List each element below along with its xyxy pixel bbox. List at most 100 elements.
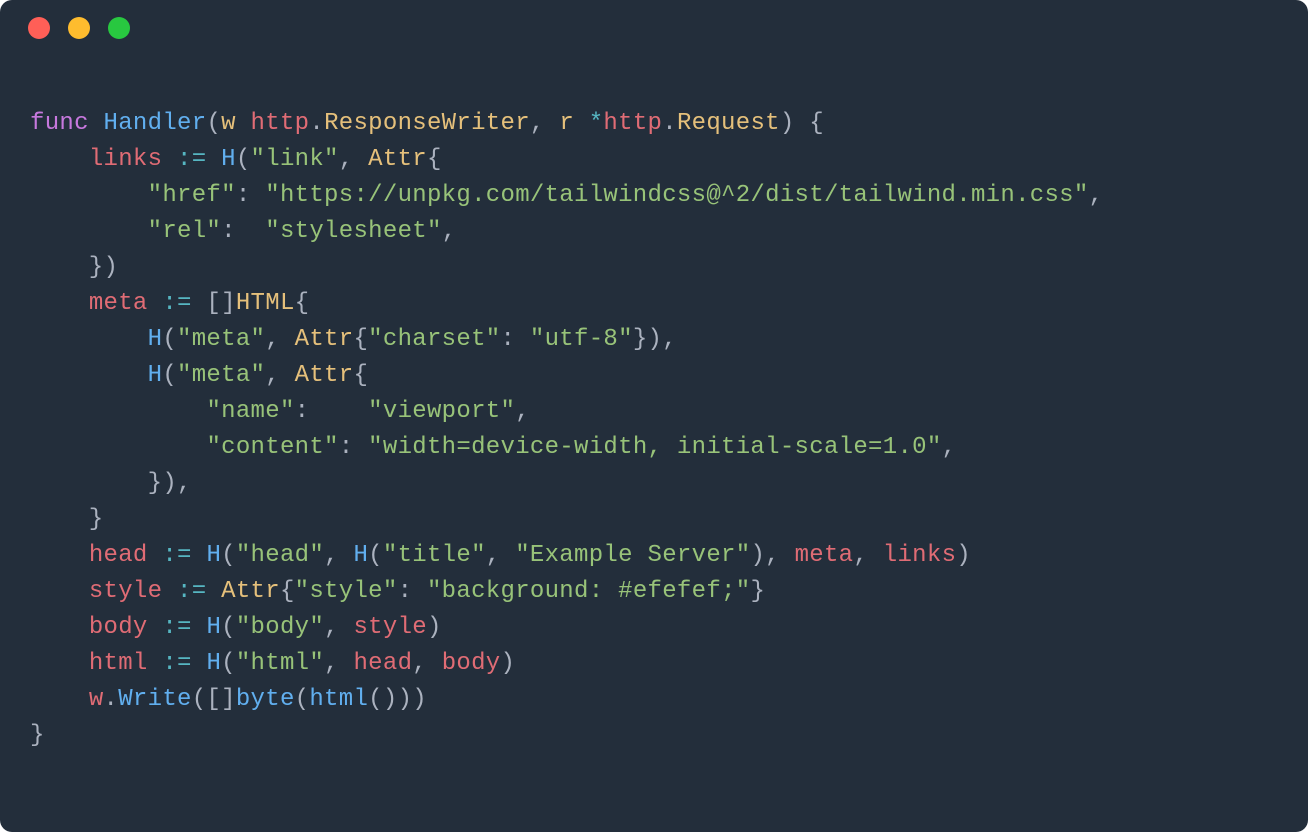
code-token [30,578,89,605]
code-token: Attr [295,326,354,353]
code-token: : [339,434,368,461]
code-token [30,146,89,173]
code-token [148,650,163,677]
code-token: : [221,218,265,245]
maximize-icon[interactable] [108,17,130,39]
code-line: H("meta", Attr{"charset": "utf-8"}), [30,322,1278,358]
code-token: ( [221,542,236,569]
code-token: http [251,110,310,137]
code-token: "meta" [177,362,265,389]
code-token: ) [956,542,971,569]
code-line: w.Write([]byte(html())) [30,682,1278,718]
code-token: "link" [251,146,339,173]
code-token: links [89,146,163,173]
code-line: }) [30,250,1278,286]
code-token: HTML [236,290,295,317]
code-token: , [515,398,530,425]
code-token: head [353,650,412,677]
code-token: style [353,614,427,641]
code-token: ) [501,650,516,677]
code-token [30,434,206,461]
code-token [30,362,148,389]
code-line: "name": "viewport", [30,394,1278,430]
code-token: , [530,110,559,137]
code-token: "rel" [148,218,222,245]
code-token: html [89,650,148,677]
code-token [162,146,177,173]
code-token: := [162,290,191,317]
code-token: } [30,506,104,533]
code-token: links [883,542,957,569]
code-token [30,326,148,353]
code-line: H("meta", Attr{ [30,358,1278,394]
code-token: { [353,326,368,353]
code-token: := [162,542,191,569]
code-token [192,614,207,641]
code-token: , [339,146,368,173]
minimize-icon[interactable] [68,17,90,39]
code-token: } [30,722,45,749]
code-token: meta [89,290,148,317]
code-token: H [353,542,368,569]
code-token: ) [427,614,442,641]
code-token [192,542,207,569]
code-token [30,614,89,641]
code-token: . [309,110,324,137]
code-token [162,578,177,605]
code-token: w [89,686,104,713]
code-token: ( [162,362,177,389]
code-token: ( [295,686,310,713]
code-line: }), [30,466,1278,502]
code-token [30,650,89,677]
code-token: , [942,434,957,461]
code-token: "width=device-width, initial-scale=1.0" [368,434,941,461]
code-editor[interactable]: func Handler(w http.ResponseWriter, r *h… [0,56,1308,784]
code-token: Attr [368,146,427,173]
code-token: := [177,146,206,173]
code-token: "https://unpkg.com/tailwindcss@^2/dist/t… [265,182,1088,209]
code-token: "html" [236,650,324,677]
code-token: "body" [236,614,324,641]
code-token: Request [677,110,780,137]
code-token: H [148,362,163,389]
code-token: meta [795,542,854,569]
code-token [30,686,89,713]
code-line: } [30,718,1278,754]
code-token: ( [206,110,221,137]
code-token [30,290,89,317]
code-token: { [280,578,295,605]
code-token: , [412,650,441,677]
code-token: "meta" [177,326,265,353]
code-token: func [30,110,104,137]
code-token [206,146,221,173]
code-token: , [324,542,353,569]
code-token: := [177,578,206,605]
code-line: style := Attr{"style": "background: #efe… [30,574,1278,610]
code-token [192,650,207,677]
code-token: head [89,542,148,569]
code-token: "style" [295,578,398,605]
code-token: ( [368,542,383,569]
code-line: func Handler(w http.ResponseWriter, r *h… [30,106,1278,142]
code-token: ( [221,650,236,677]
code-token: , [853,542,882,569]
code-line: links := H("link", Attr{ [30,142,1278,178]
code-token: style [89,578,163,605]
code-token: ResponseWriter [324,110,530,137]
code-token: Write [118,686,192,713]
code-token: [] [192,290,236,317]
code-token: . [104,686,119,713]
code-token: H [206,650,221,677]
code-token: { [427,146,442,173]
code-token: ())) [368,686,427,713]
code-token: html [309,686,368,713]
code-token [30,218,148,245]
close-icon[interactable] [28,17,50,39]
code-token: "href" [148,182,236,209]
code-token: , [265,326,294,353]
code-token: ( [236,146,251,173]
code-line: } [30,502,1278,538]
code-token: r [559,110,574,137]
code-token: H [221,146,236,173]
code-token: , [324,614,353,641]
